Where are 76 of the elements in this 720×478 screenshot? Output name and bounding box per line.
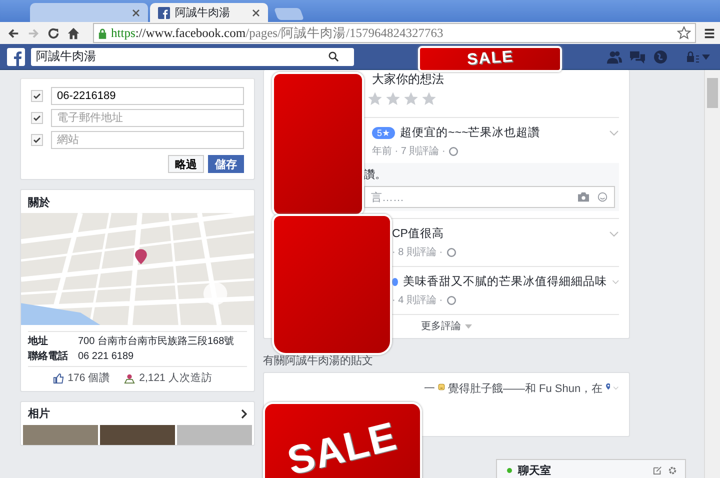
check-icon	[32, 91, 42, 101]
visits-count: 2,121 人次造訪	[139, 371, 212, 385]
review-meta: 年前 · 7 則評論 ·	[372, 144, 446, 158]
edit-icon[interactable]	[653, 466, 662, 474]
chevron-down-icon[interactable]	[609, 130, 619, 136]
messages-icon[interactable]	[630, 50, 645, 64]
check-icon	[32, 113, 42, 123]
scrollbar[interactable]	[704, 70, 720, 478]
chat-bar[interactable]: 聊天室	[496, 459, 686, 478]
star-icon[interactable]	[367, 91, 383, 107]
star-icon[interactable]	[421, 91, 437, 107]
card-title: 相片	[28, 406, 50, 421]
checkbox[interactable]	[31, 90, 43, 102]
post-text: 一	[424, 382, 435, 396]
chevron-down-icon[interactable]	[612, 278, 619, 284]
close-icon[interactable]	[252, 8, 260, 16]
detail-label: 聯絡電話	[28, 350, 69, 364]
detail-value: 700 台南市台南市民族路三段168號	[78, 334, 234, 349]
close-icon[interactable]	[132, 8, 140, 16]
more-reviews-link[interactable]: 更多評論	[421, 319, 461, 333]
facebook-logo-icon	[158, 6, 170, 18]
review-title: 超便宜的~~~芒果冰也超讚	[400, 126, 540, 140]
globe-icon	[446, 248, 456, 256]
likes-count: 176 個讚	[68, 371, 110, 385]
location-pin-icon	[606, 381, 610, 392]
checkbox[interactable]	[31, 112, 43, 124]
back-arrow-icon[interactable]	[7, 26, 20, 40]
facebook-logo-icon[interactable]	[7, 48, 25, 66]
lock-menu-icon[interactable]	[686, 50, 710, 62]
input-field[interactable]: 06-2216189	[51, 87, 244, 105]
home-icon[interactable]	[67, 26, 80, 40]
rating-badge: 5★	[372, 126, 396, 138]
globe-icon[interactable]	[653, 50, 668, 64]
new-tab-button[interactable]	[274, 8, 304, 20]
person-pin-icon	[124, 372, 136, 384]
smiley-icon[interactable]	[597, 192, 608, 202]
address-field[interactable]: https://www.facebook.com/pages/阿誠牛肉湯/157964824327763	[93, 23, 696, 43]
sale-sticker: SALE	[263, 402, 422, 478]
input-field[interactable]: 網站	[51, 131, 244, 149]
globe-icon	[449, 146, 458, 156]
thumbs-up-icon	[52, 372, 64, 384]
detail-label: 地址	[28, 334, 49, 349]
input-field[interactable]: 電子郵件地址	[51, 109, 244, 127]
menu-icon[interactable]	[703, 26, 716, 40]
review-meta: · 8 則評論 ·	[392, 246, 443, 259]
check-icon	[32, 135, 42, 145]
review-prompt: 大家你的想法	[371, 71, 445, 88]
comment-text: 讚。	[364, 168, 387, 183]
browser-tab[interactable]: 阿誠牛肉湯	[150, 3, 268, 22]
review-title: 美味香甜又不膩的芒果冰值得細細品味	[402, 274, 607, 289]
save-button[interactable]: 儲存	[208, 155, 244, 173]
star-icon[interactable]	[385, 91, 401, 107]
chevron-down-icon[interactable]	[609, 230, 619, 236]
skip-button[interactable]: 略過	[168, 155, 204, 173]
section-heading: 有關阿誠牛肉湯的貼文	[263, 354, 374, 369]
star-icon[interactable]	[403, 91, 419, 107]
post-text: 覺得肚子餓——和 Fu Shun，在	[448, 382, 603, 396]
chevron-right-icon[interactable]	[241, 408, 247, 418]
settings-icon[interactable]	[668, 466, 677, 474]
bookmark-star-icon[interactable]	[677, 26, 691, 40]
sale-sticker: SALE	[418, 46, 562, 72]
chevron-down-icon[interactable]	[613, 385, 619, 391]
globe-icon	[446, 296, 456, 304]
card-title: 關於	[27, 196, 51, 211]
camera-icon[interactable]	[578, 192, 589, 202]
checkbox[interactable]	[31, 134, 43, 146]
review-meta: · 4 則評論 ·	[392, 294, 443, 307]
detail-value: 06 221 6189	[78, 350, 134, 364]
search-icon[interactable]	[328, 51, 339, 62]
lock-icon	[98, 28, 107, 38]
emoji-icon	[438, 381, 445, 393]
search-field[interactable]: 阿誠牛肉湯	[31, 48, 354, 66]
review-title: CP值很高	[392, 226, 444, 241]
caret-down-icon[interactable]	[465, 324, 472, 328]
reload-icon[interactable]	[47, 26, 60, 40]
friends-icon[interactable]	[607, 50, 622, 64]
